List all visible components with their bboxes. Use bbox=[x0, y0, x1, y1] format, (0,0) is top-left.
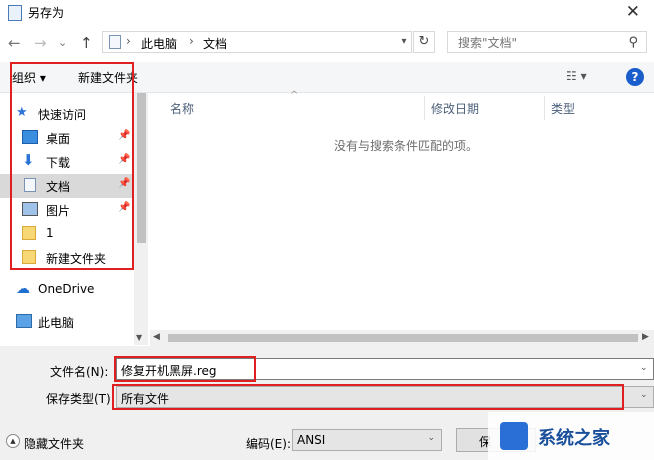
hide-folders-toggle[interactable]: 隐藏文件夹 bbox=[24, 435, 84, 452]
sidebar-item-onedrive[interactable]: ☁ OneDrive bbox=[0, 278, 134, 302]
highlight-box bbox=[112, 384, 624, 410]
chevron-up-icon[interactable]: ▲ bbox=[6, 434, 20, 448]
help-icon[interactable]: ? bbox=[626, 68, 644, 86]
breadcrumb-this-pc[interactable]: 此电脑 bbox=[141, 35, 177, 52]
empty-message: 没有与搜索条件匹配的项。 bbox=[334, 139, 479, 153]
breadcrumb-separator: › bbox=[189, 34, 194, 48]
notepad-icon bbox=[8, 5, 22, 21]
watermark-text: 系统之家 bbox=[538, 428, 610, 449]
sidebar-scroll-thumb[interactable] bbox=[137, 93, 146, 243]
forward-button[interactable]: → bbox=[34, 34, 47, 52]
column-name[interactable]: 名称 bbox=[170, 100, 194, 117]
highlight-box bbox=[10, 62, 134, 270]
view-options-button[interactable]: ☷ ▾ bbox=[566, 69, 587, 83]
column-divider[interactable] bbox=[544, 96, 545, 120]
encoding-select[interactable]: ANSI ⌄ bbox=[292, 429, 442, 451]
refresh-icon[interactable]: ↻ bbox=[413, 31, 435, 53]
address-bar[interactable]: › 此电脑 › 文档 bbox=[102, 31, 412, 53]
computer-icon bbox=[16, 314, 32, 328]
chevron-down-icon: ⌄ bbox=[427, 433, 435, 443]
filetype-label: 保存类型(T): bbox=[46, 392, 115, 406]
title-bar bbox=[0, 0, 654, 28]
sort-ascending-icon: ^ bbox=[290, 90, 299, 101]
logo-icon bbox=[500, 422, 528, 450]
chevron-right-icon[interactable]: ▶ bbox=[642, 332, 649, 342]
content-scroll-thumb[interactable] bbox=[168, 334, 638, 342]
search-icon[interactable]: ⚲ bbox=[628, 35, 638, 50]
chevron-down-icon[interactable]: ▼ bbox=[136, 333, 142, 342]
watermark: 系统之家 bbox=[488, 412, 654, 460]
chevron-down-icon[interactable]: ▾ bbox=[397, 31, 411, 53]
breadcrumb-separator: › bbox=[126, 34, 131, 48]
chevron-down-icon[interactable]: ⌄ bbox=[640, 390, 648, 400]
back-button[interactable]: ← bbox=[8, 34, 21, 52]
column-type[interactable]: 类型 bbox=[551, 100, 575, 117]
chevron-down-icon[interactable]: ⌄ bbox=[640, 363, 648, 373]
window-title: 另存为 bbox=[28, 6, 65, 20]
cloud-icon: ☁ bbox=[16, 281, 30, 297]
chevron-left-icon[interactable]: ◀ bbox=[153, 332, 160, 342]
document-icon bbox=[109, 35, 121, 49]
search-input[interactable] bbox=[456, 35, 620, 51]
up-button[interactable]: ↑ bbox=[80, 34, 93, 52]
column-divider[interactable] bbox=[424, 96, 425, 120]
recent-locations-button[interactable]: ⌄ bbox=[58, 36, 67, 49]
search-box[interactable]: ⚲ bbox=[447, 31, 647, 53]
close-button[interactable]: ✕ bbox=[626, 2, 640, 22]
column-date-modified[interactable]: 修改日期 bbox=[431, 100, 479, 117]
encoding-value: ANSI bbox=[297, 433, 326, 447]
sidebar-item-this-pc[interactable]: 此电脑 bbox=[0, 310, 134, 334]
encoding-label: 编码(E): bbox=[246, 437, 291, 451]
highlight-box bbox=[114, 356, 256, 382]
filename-label: 文件名(N): bbox=[50, 365, 109, 379]
breadcrumb-documents[interactable]: 文档 bbox=[203, 35, 227, 52]
